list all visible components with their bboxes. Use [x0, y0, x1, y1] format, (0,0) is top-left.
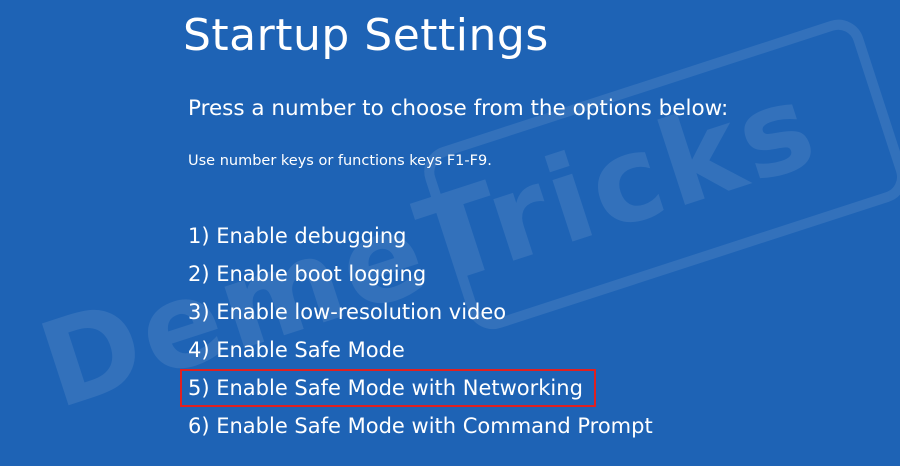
option-enable-safe-mode[interactable]: 4) Enable Safe Mode [188, 335, 653, 373]
option-label: 3) Enable low-resolution video [188, 300, 507, 324]
option-enable-boot-logging[interactable]: 2) Enable boot logging [188, 259, 653, 297]
option-enable-safe-mode-with-command-prompt[interactable]: 6) Enable Safe Mode with Command Prompt [188, 411, 653, 449]
options-list: 1) Enable debugging 2) Enable boot loggi… [180, 221, 653, 449]
option-label: 2) Enable boot logging [188, 262, 427, 286]
option-enable-debugging[interactable]: 1) Enable debugging [188, 221, 653, 259]
option-label: 4) Enable Safe Mode [188, 338, 405, 362]
hint-text: Use number keys or functions keys F1-F9. [188, 153, 492, 169]
option-label: 5) Enable Safe Mode with Networking [188, 376, 583, 400]
instruction-text: Press a number to choose from the option… [188, 96, 729, 121]
option-label: 1) Enable debugging [188, 224, 407, 248]
option-enable-low-resolution-video[interactable]: 3) Enable low-resolution video [188, 297, 653, 335]
option-enable-safe-mode-with-networking[interactable]: 5) Enable Safe Mode with Networking [180, 369, 653, 411]
option-label: 6) Enable Safe Mode with Command Prompt [188, 414, 653, 438]
page-title: Startup Settings [183, 10, 549, 61]
startup-settings-screen: DemeTricks Startup Settings Press a numb… [0, 0, 900, 450]
